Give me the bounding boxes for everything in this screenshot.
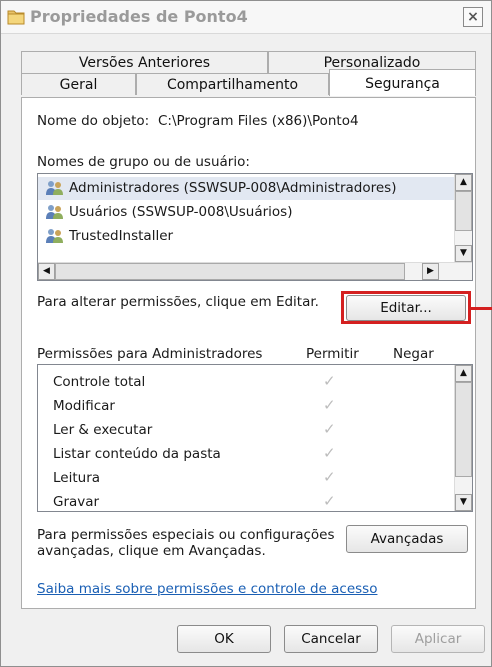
group-list-vertical-scrollbar[interactable]: ▲ ▼ bbox=[454, 174, 472, 262]
title-bar[interactable]: Propriedades de Ponto4 × bbox=[1, 1, 491, 34]
scroll-left-icon[interactable]: ◀ bbox=[38, 263, 55, 280]
users-icon bbox=[45, 204, 65, 224]
annotation-highlight-box bbox=[341, 291, 471, 324]
list-item-label: Administradores (SSWSUP-008\Administrado… bbox=[69, 180, 397, 196]
tab-compartilhamento[interactable]: Compartilhamento bbox=[136, 73, 329, 95]
permission-row: Controle total ✓ bbox=[38, 371, 454, 394]
scroll-thumb[interactable] bbox=[55, 263, 405, 280]
scroll-thumb[interactable] bbox=[455, 382, 472, 477]
apply-button[interactable]: Aplicar bbox=[391, 625, 485, 653]
apply-button-label: Aplicar bbox=[414, 631, 462, 647]
advanced-button-label: Avançadas bbox=[370, 531, 444, 547]
permission-row: Listar conteúdo da pasta ✓ bbox=[38, 443, 454, 466]
group-names-label: Nomes de grupo ou de usuário: bbox=[37, 154, 250, 170]
permission-name: Ler & executar bbox=[53, 422, 153, 438]
permission-name: Gravar bbox=[53, 494, 100, 510]
group-list-horizontal-scrollbar[interactable]: ◀ ▶ bbox=[38, 262, 472, 280]
tab-label: Compartilhamento bbox=[166, 77, 299, 93]
permission-name: Leitura bbox=[53, 470, 101, 486]
cancel-button[interactable]: Cancelar bbox=[284, 625, 378, 653]
object-name-value: C:\Program Files (x86)\Ponto4 bbox=[158, 113, 359, 129]
ok-button-label: OK bbox=[214, 631, 234, 647]
help-link[interactable]: Saiba mais sobre permissões e controle d… bbox=[37, 581, 377, 597]
tab-label: Versões Anteriores bbox=[78, 55, 211, 71]
permission-name: Controle total bbox=[53, 374, 146, 390]
scroll-right-icon[interactable]: ▶ bbox=[422, 263, 439, 280]
list-item[interactable]: TrustedInstaller bbox=[38, 225, 454, 248]
advanced-hint-line2: avançadas, clique em Avançadas. bbox=[37, 543, 266, 559]
tab-versoes-anteriores[interactable]: Versões Anteriores bbox=[21, 51, 268, 73]
advanced-hint-line1: Para permissões especiais ou configuraçõ… bbox=[37, 527, 335, 543]
close-icon: × bbox=[467, 9, 479, 25]
permission-row: Ler & executar ✓ bbox=[38, 419, 454, 442]
permission-row: Modificar ✓ bbox=[38, 395, 454, 418]
annotation-arrow-line bbox=[470, 307, 492, 310]
cancel-button-label: Cancelar bbox=[301, 631, 361, 647]
list-item[interactable]: Usuários (SSWSUP-008\Usuários) bbox=[38, 201, 454, 224]
list-item[interactable]: Administradores (SSWSUP-008\Administrado… bbox=[38, 177, 454, 200]
folder-icon bbox=[7, 8, 25, 25]
properties-dialog: Propriedades de Ponto4 × Versões Anterio… bbox=[0, 0, 492, 667]
ok-button[interactable]: OK bbox=[177, 625, 271, 653]
tab-seguranca[interactable]: Segurança bbox=[329, 69, 476, 96]
checkmark-icon: ✓ bbox=[323, 372, 336, 390]
scroll-down-icon[interactable]: ▼ bbox=[455, 245, 472, 262]
list-item-label: Usuários (SSWSUP-008\Usuários) bbox=[69, 204, 293, 220]
permissions-title: Permissões para Administradores bbox=[37, 346, 263, 362]
tab-label: Geral bbox=[59, 77, 98, 93]
group-user-list[interactable]: Administradores (SSWSUP-008\Administrado… bbox=[37, 173, 473, 281]
permissions-vertical-scrollbar[interactable]: ▲ ▼ bbox=[454, 365, 472, 511]
list-item-label: TrustedInstaller bbox=[69, 228, 174, 244]
tab-label: Segurança bbox=[365, 76, 440, 92]
window-title: Propriedades de Ponto4 bbox=[30, 7, 248, 26]
tab-geral[interactable]: Geral bbox=[21, 73, 136, 95]
checkmark-icon: ✓ bbox=[323, 420, 336, 438]
deny-column-header: Negar bbox=[393, 346, 434, 362]
scroll-thumb[interactable] bbox=[455, 191, 472, 231]
checkmark-icon: ✓ bbox=[323, 468, 336, 486]
allow-column-header: Permitir bbox=[306, 346, 359, 362]
checkmark-icon: ✓ bbox=[323, 492, 336, 510]
permission-row: Leitura ✓ bbox=[38, 467, 454, 490]
advanced-button[interactable]: Avançadas bbox=[346, 525, 468, 553]
permissions-list[interactable]: Controle total ✓ Modificar ✓ Ler & execu… bbox=[37, 364, 473, 512]
scroll-up-icon[interactable]: ▲ bbox=[455, 174, 472, 191]
users-icon bbox=[45, 180, 65, 200]
permission-row: Gravar ✓ bbox=[38, 491, 454, 511]
checkmark-icon: ✓ bbox=[323, 396, 336, 414]
permission-name: Modificar bbox=[53, 398, 115, 414]
close-button[interactable]: × bbox=[463, 7, 483, 27]
edit-hint: Para alterar permissões, clique em Edita… bbox=[37, 294, 319, 310]
checkmark-icon: ✓ bbox=[323, 444, 336, 462]
users-icon bbox=[45, 228, 65, 248]
scroll-up-icon[interactable]: ▲ bbox=[455, 365, 472, 382]
object-name-label: Nome do objeto: bbox=[37, 113, 150, 129]
scroll-down-icon[interactable]: ▼ bbox=[455, 494, 472, 511]
permission-name: Listar conteúdo da pasta bbox=[53, 446, 221, 462]
